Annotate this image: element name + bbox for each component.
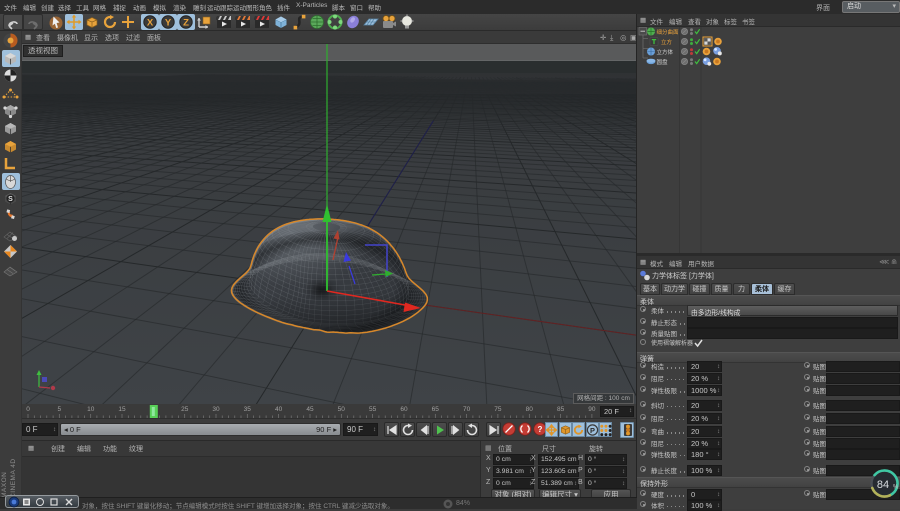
svg-text:90: 90 [588,406,596,413]
svg-text:85: 85 [557,406,565,413]
svg-text:30: 30 [212,406,220,413]
svg-text:15: 15 [118,406,126,413]
svg-text:40: 40 [275,406,283,413]
svg-text:S: S [8,196,13,203]
svg-text:立方: 立方 [661,38,673,46]
svg-text:55: 55 [369,406,377,413]
svg-text:Z: Z [183,18,189,29]
svg-text:84: 84 [877,479,889,491]
svg-text:%: % [893,485,899,491]
svg-text:65: 65 [432,406,440,413]
svg-text:75: 75 [494,406,502,413]
svg-text:25: 25 [181,406,189,413]
svg-text:圆盘: 圆盘 [657,58,669,66]
svg-text:80: 80 [526,406,534,413]
svg-text:0: 0 [26,406,30,413]
svg-text:50: 50 [338,406,346,413]
svg-text:5: 5 [57,406,61,413]
svg-text:X: X [147,18,154,29]
svg-text:立方体: 立方体 [657,48,674,56]
svg-text:35: 35 [244,406,252,413]
svg-text:Y: Y [165,18,172,29]
svg-text:10: 10 [87,406,95,413]
svg-text:70: 70 [463,406,471,413]
svg-text:细分曲面: 细分曲面 [657,28,680,36]
svg-text:60: 60 [400,406,408,413]
svg-text:45: 45 [306,406,314,413]
svg-text:P: P [590,426,595,435]
svg-text:?: ? [538,425,543,434]
